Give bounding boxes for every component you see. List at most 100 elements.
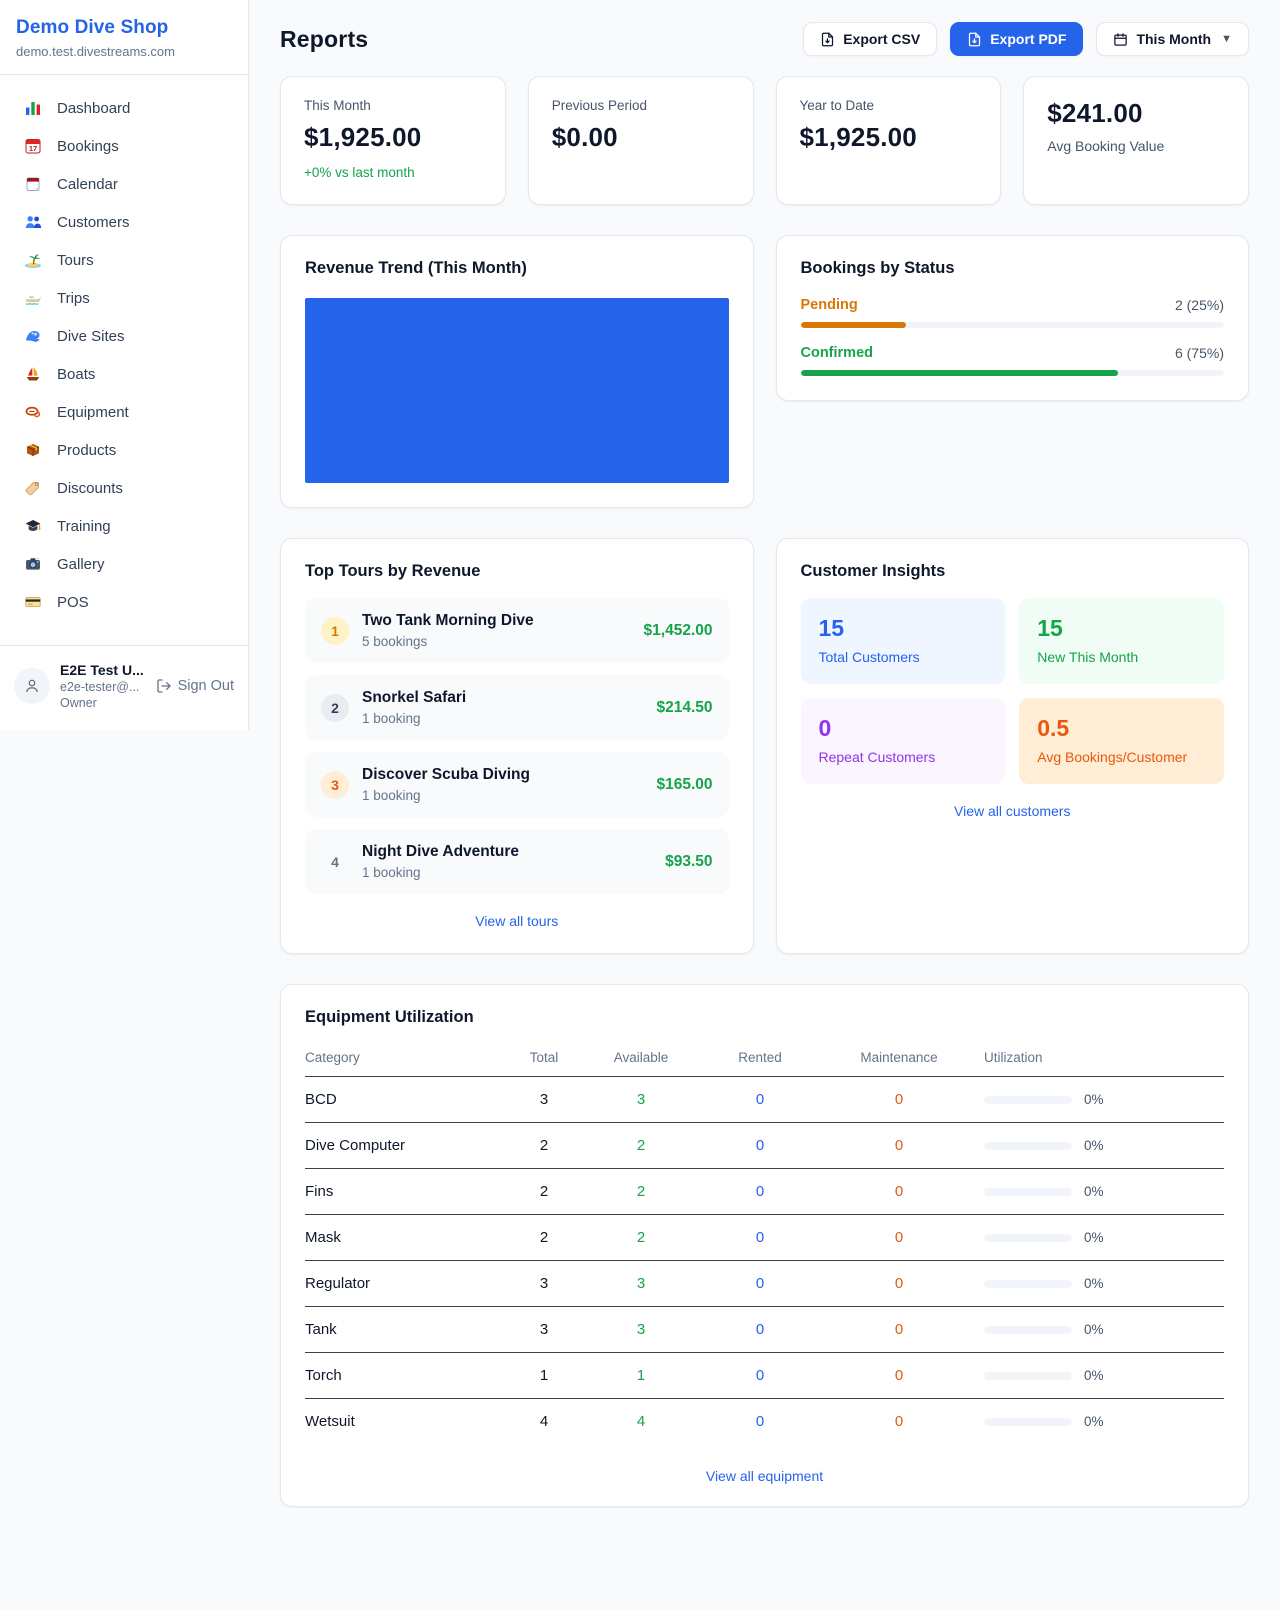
insight-tile-avg-bookings: 0.5 Avg Bookings/Customer	[1019, 698, 1224, 784]
tour-amount: $214.50	[656, 699, 712, 717]
cell-available: 2	[576, 1137, 706, 1154]
export-csv-label: Export CSV	[843, 31, 920, 47]
sidebar-item-customers[interactable]: Customers	[12, 203, 236, 241]
charts-row: Revenue Trend (This Month) Bookings by S…	[280, 235, 1249, 508]
export-csv-button[interactable]: Export CSV	[803, 22, 937, 56]
sidebar-item-boats[interactable]: Boats	[12, 355, 236, 393]
sidebar-item-label: Gallery	[57, 556, 105, 573]
view-all-tours-link[interactable]: View all tours	[305, 913, 729, 929]
sidebar-item-calendar[interactable]: Calendar	[12, 165, 236, 203]
export-pdf-button[interactable]: Export PDF	[950, 22, 1083, 56]
cell-rented: 0	[706, 1413, 814, 1430]
shop-name: Demo Dive Shop	[16, 17, 232, 39]
view-all-customers-link[interactable]: View all customers	[801, 803, 1225, 819]
cell-category: Mask	[305, 1229, 512, 1246]
tour-bookings: 1 booking	[362, 711, 643, 726]
cell-maintenance: 0	[814, 1229, 984, 1246]
status-count: 2 (25%)	[1175, 297, 1224, 313]
period-label: This Month	[1136, 31, 1211, 47]
shop-domain: demo.test.divestreams.com	[16, 44, 232, 59]
stat-value: $1,925.00	[800, 122, 978, 153]
logout-icon	[156, 678, 172, 694]
status-rows: Pending 2 (25%) Confirmed 6 (75%)	[801, 297, 1225, 376]
utilization-percent: 0%	[1084, 1322, 1104, 1337]
rank-badge: 3	[321, 771, 349, 799]
utilization-percent: 0%	[1084, 1368, 1104, 1383]
sign-out-button[interactable]: Sign Out	[156, 678, 234, 694]
utilization-bar	[984, 1234, 1072, 1242]
cell-maintenance: 0	[814, 1275, 984, 1292]
sailboat-icon	[24, 365, 42, 383]
tour-bookings: 5 bookings	[362, 634, 631, 649]
user-name: E2E Test U...	[60, 662, 146, 678]
customer-insights-card: Customer Insights 15 Total Customers 15 …	[776, 538, 1250, 954]
camera-icon	[24, 555, 42, 573]
stat-label: This Month	[304, 98, 482, 113]
table-row: BCD 3 3 0 0 0%	[305, 1077, 1224, 1123]
sidebar: Demo Dive Shop demo.test.divestreams.com…	[0, 0, 249, 730]
page-title: Reports	[280, 26, 368, 53]
cell-available: 3	[576, 1275, 706, 1292]
cell-total: 4	[512, 1413, 576, 1430]
sidebar-item-discounts[interactable]: Discounts	[12, 469, 236, 507]
user-box: E2E Test U... e2e-tester@... Owner Sign …	[0, 645, 248, 730]
sidebar-item-equipment[interactable]: Equipment	[12, 393, 236, 431]
tile-label: Total Customers	[819, 649, 988, 665]
dive-mask-icon	[24, 403, 42, 421]
table-row: Regulator 3 3 0 0 0%	[305, 1261, 1224, 1307]
tour-amount: $1,452.00	[644, 622, 713, 640]
utilization-bar	[984, 1418, 1072, 1426]
stat-delta: +0% vs last month	[304, 165, 482, 180]
sidebar-item-gallery[interactable]: Gallery	[12, 545, 236, 583]
tour-amount: $93.50	[665, 853, 712, 871]
stat-value: $1,925.00	[304, 122, 482, 153]
stat-label: Avg Booking Value	[1047, 138, 1225, 154]
sidebar-item-label: Customers	[57, 214, 130, 231]
sidebar-item-bookings[interactable]: 17 Bookings	[12, 127, 236, 165]
tile-label: Repeat Customers	[819, 749, 988, 765]
sidebar-item-label: Products	[57, 442, 116, 459]
people-icon	[24, 213, 42, 231]
tour-list-item: 1 Two Tank Morning Dive 5 bookings $1,45…	[305, 598, 729, 663]
sidebar-item-dive-sites[interactable]: Dive Sites	[12, 317, 236, 355]
sidebar-rail: Demo Dive Shop demo.test.divestreams.com…	[0, 0, 249, 730]
revenue-trend-card: Revenue Trend (This Month)	[280, 235, 754, 508]
cell-total: 1	[512, 1367, 576, 1384]
utilization-bar	[984, 1188, 1072, 1196]
credit-card-icon	[24, 593, 42, 611]
palm-island-icon	[24, 251, 42, 269]
view-all-equipment-link[interactable]: View all equipment	[305, 1468, 1224, 1484]
sidebar-item-label: Dashboard	[57, 100, 130, 117]
insight-tile-repeat-customers: 0 Repeat Customers	[801, 698, 1006, 784]
sidebar-item-dashboard[interactable]: Dashboard	[12, 89, 236, 127]
col-header-total: Total	[512, 1050, 576, 1065]
col-header-category: Category	[305, 1050, 512, 1065]
file-download-icon	[820, 32, 835, 47]
sidebar-item-tours[interactable]: Tours	[12, 241, 236, 279]
cell-maintenance: 0	[814, 1413, 984, 1430]
cell-maintenance: 0	[814, 1091, 984, 1108]
cell-maintenance: 0	[814, 1183, 984, 1200]
period-dropdown[interactable]: This Month ▼	[1096, 22, 1249, 56]
tile-value: 15	[819, 615, 988, 642]
sidebar-item-pos[interactable]: POS	[12, 583, 236, 621]
status-row-confirmed: Confirmed 6 (75%)	[801, 345, 1225, 376]
main-content: Reports Export CSV Export PDF This Month…	[249, 0, 1280, 1547]
sidebar-item-trips[interactable]: Trips	[12, 279, 236, 317]
insight-tile-total-customers: 15 Total Customers	[801, 598, 1006, 684]
tile-label: New This Month	[1037, 649, 1206, 665]
rank-badge: 2	[321, 694, 349, 722]
tour-name: Snorkel Safari	[362, 689, 643, 707]
sidebar-item-training[interactable]: Training	[12, 507, 236, 545]
utilization-bar	[984, 1372, 1072, 1380]
stat-label: Year to Date	[800, 98, 978, 113]
utilization-percent: 0%	[1084, 1414, 1104, 1429]
cell-rented: 0	[706, 1367, 814, 1384]
cell-rented: 0	[706, 1091, 814, 1108]
col-header-available: Available	[576, 1050, 706, 1065]
utilization-bar	[984, 1326, 1072, 1334]
sidebar-item-label: Trips	[57, 290, 90, 307]
sidebar-item-products[interactable]: Products	[12, 431, 236, 469]
col-header-maintenance: Maintenance	[814, 1050, 984, 1065]
table-row: Torch 1 1 0 0 0%	[305, 1353, 1224, 1399]
